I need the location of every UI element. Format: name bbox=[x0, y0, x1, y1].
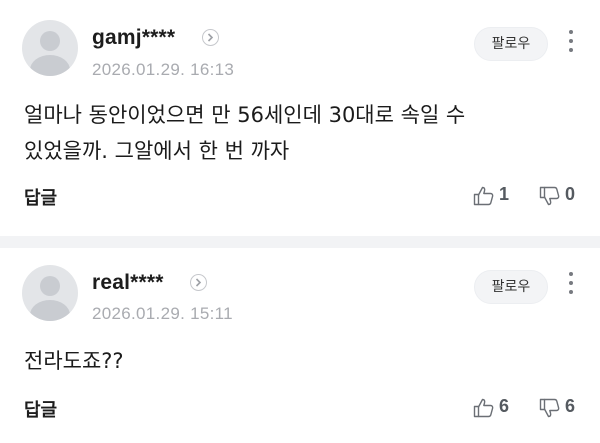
comment-timestamp: 2026.01.29. 16:13 bbox=[92, 60, 235, 79]
like-count: 6 bbox=[499, 396, 510, 416]
comment-item: real**** 2026.01.29. 15:11 팔로우 전라도죠?? 답글… bbox=[0, 248, 600, 443]
thumbs-down-icon bbox=[539, 186, 560, 206]
avatar-head-shape bbox=[40, 276, 60, 296]
dislike-button[interactable]: 6 bbox=[539, 396, 579, 420]
chevron-right-icon[interactable] bbox=[190, 274, 207, 291]
dislike-button[interactable]: 0 bbox=[539, 184, 579, 208]
comment-username[interactable]: real**** bbox=[92, 271, 164, 295]
like-count: 1 bbox=[499, 184, 510, 204]
thumbs-down-icon bbox=[539, 398, 560, 418]
comment-username[interactable]: gamj**** bbox=[92, 26, 175, 50]
comment-divider bbox=[0, 236, 600, 248]
comment-body-line: 얼마나 동안이었으면 만 56세인데 30대로 속일 수 bbox=[24, 103, 466, 127]
more-vertical-icon[interactable] bbox=[560, 272, 582, 302]
comment-body: 전라도죠?? bbox=[24, 343, 564, 379]
comment-timestamp: 2026.01.29. 15:11 bbox=[92, 304, 233, 323]
avatar[interactable] bbox=[22, 20, 78, 76]
comment-body-line: 전라도죠?? bbox=[24, 349, 124, 373]
comment-item: gamj**** 2026.01.29. 16:13 팔로우 얼마나 동안이었으… bbox=[0, 0, 600, 236]
dislike-count: 0 bbox=[565, 184, 576, 204]
avatar-body-shape bbox=[30, 300, 70, 321]
more-dot bbox=[569, 290, 573, 294]
thumbs-up-icon bbox=[473, 398, 494, 418]
dislike-count: 6 bbox=[565, 396, 576, 416]
reply-button[interactable]: 답글 bbox=[24, 184, 57, 210]
comment-body-line: 있었을까. 그알에서 한 번 까자 bbox=[24, 139, 290, 163]
like-button[interactable]: 6 bbox=[473, 396, 513, 420]
comment-body: 얼마나 동안이었으면 만 56세인데 30대로 속일 수 있었을까. 그알에서 … bbox=[24, 97, 564, 169]
avatar-head-shape bbox=[40, 31, 60, 51]
more-dot bbox=[569, 39, 573, 43]
avatar-body-shape bbox=[30, 55, 70, 76]
more-dot bbox=[569, 48, 573, 52]
more-dot bbox=[569, 281, 573, 285]
avatar[interactable] bbox=[22, 265, 78, 321]
follow-button[interactable]: 팔로우 bbox=[474, 27, 548, 61]
thumbs-up-icon bbox=[473, 186, 494, 206]
follow-button[interactable]: 팔로우 bbox=[474, 270, 548, 304]
more-dot bbox=[569, 30, 573, 34]
like-button[interactable]: 1 bbox=[473, 184, 513, 208]
chevron-right-icon[interactable] bbox=[202, 29, 219, 46]
reply-button[interactable]: 답글 bbox=[24, 396, 57, 422]
more-vertical-icon[interactable] bbox=[560, 30, 582, 60]
more-dot bbox=[569, 272, 573, 276]
